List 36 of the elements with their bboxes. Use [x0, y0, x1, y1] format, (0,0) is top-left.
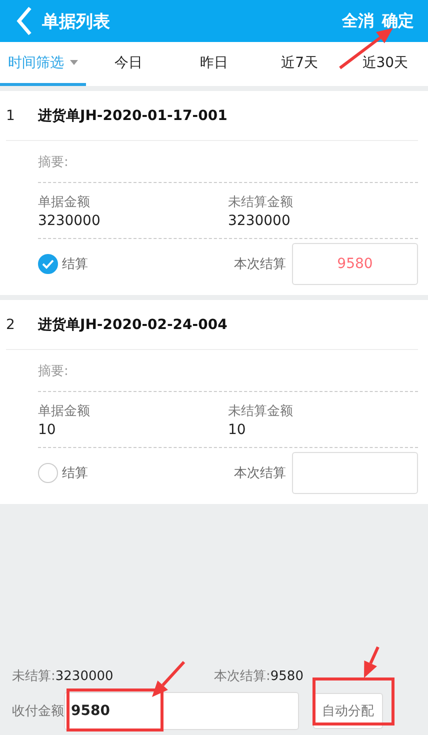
settle-label: 结算 [62, 256, 89, 273]
unsettled-label: 未结算金额 [228, 402, 294, 420]
summary-label: 摘要: [38, 154, 68, 170]
settle-checkbox[interactable] [38, 254, 58, 274]
amount-value: 10 [38, 422, 57, 438]
this-settle-label: 本次结算 [234, 465, 286, 482]
annotation-arrow [364, 646, 380, 678]
amount-value: 3230000 [38, 212, 102, 228]
filter-tab[interactable]: 近7天 [256, 42, 342, 86]
pay-amount-field[interactable]: 9580 [64, 692, 299, 730]
caret-icon [70, 60, 78, 65]
back-icon[interactable] [16, 6, 32, 36]
unsettled-value: 10 [228, 422, 247, 438]
bill-title: 进货单JH-2020-01-17-001 [38, 106, 228, 124]
filter-tab[interactable]: 近30天 [342, 42, 428, 86]
amount-label: 单据金额 [38, 402, 91, 420]
settle-checkbox[interactable] [38, 463, 58, 483]
annotation-arrow [339, 28, 393, 70]
checkmark-icon [42, 259, 54, 269]
bill-index: 1 [6, 108, 16, 124]
annotation-arrow [152, 660, 186, 697]
filter-tab[interactable]: 今日 [86, 42, 172, 86]
settle-amount-field[interactable] [292, 452, 418, 494]
this-settle-label: 本次结算 [234, 256, 286, 273]
filter-tab[interactable]: 昨日 [171, 42, 257, 86]
summary-label: 摘要: [38, 362, 68, 380]
amount-label: 单据金额 [38, 194, 91, 210]
settle-label: 结算 [62, 465, 89, 482]
bill-index: 2 [6, 316, 16, 332]
unsettled-value: 3230000 [228, 212, 292, 228]
unsettled-label: 未结算金额 [228, 194, 294, 210]
page-title: 单据列表 [42, 10, 111, 32]
unsettled-total: 未结算:3230000 [12, 668, 114, 685]
this-settle-total: 本次结算:9580 [214, 668, 304, 685]
bill-title: 进货单JH-2020-02-24-004 [38, 316, 228, 334]
pay-amount-label: 收付金额 [12, 702, 64, 720]
